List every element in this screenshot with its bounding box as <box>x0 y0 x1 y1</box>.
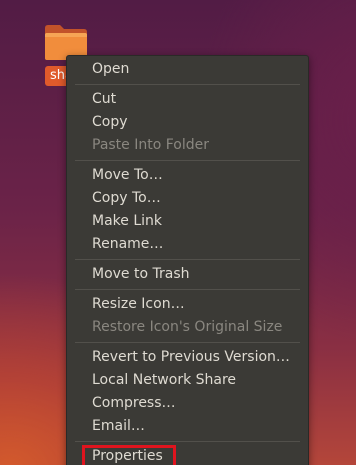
menu-separator <box>75 289 300 290</box>
menu-item-label: Copy To… <box>92 190 161 206</box>
menu-item-open[interactable]: Open <box>67 58 308 81</box>
menu-item-paste-into-folder: Paste Into Folder <box>67 134 308 157</box>
menu-separator <box>75 160 300 161</box>
menu-separator <box>75 259 300 260</box>
menu-item-label: Move to Trash <box>92 266 190 282</box>
menu-item-label: Make Link <box>92 213 162 229</box>
menu-separator <box>75 441 300 442</box>
menu-item-copy[interactable]: Copy <box>67 111 308 134</box>
menu-item-properties[interactable]: Properties <box>67 445 308 465</box>
menu-item-label: Paste Into Folder <box>92 137 210 153</box>
menu-item-label: Cut <box>92 91 117 107</box>
menu-item-copy-to[interactable]: Copy To… <box>67 187 308 210</box>
menu-item-move-to[interactable]: Move To… <box>67 164 308 187</box>
menu-item-cut[interactable]: Cut <box>67 88 308 111</box>
menu-item-email[interactable]: Email… <box>67 415 308 438</box>
menu-item-rename[interactable]: Rename… <box>67 233 308 256</box>
highlight-annotation-box <box>82 445 176 465</box>
menu-item-label: Move To… <box>92 167 163 183</box>
menu-item-local-network-share[interactable]: Local Network Share <box>67 369 308 392</box>
context-menu: Open Cut Copy Paste Into Folder Move To… Copy… <box>66 55 309 465</box>
menu-item-label: Resize Icon… <box>92 296 185 312</box>
menu-item-make-link[interactable]: Make Link <box>67 210 308 233</box>
menu-item-label: Revert to Previous Version… <box>92 349 290 365</box>
menu-item-label: Email… <box>92 418 145 434</box>
menu-separator <box>75 84 300 85</box>
menu-item-compress[interactable]: Compress… <box>67 392 308 415</box>
menu-item-label: Open <box>92 61 130 77</box>
menu-item-label: Restore Icon's Original Size <box>92 319 283 335</box>
menu-item-label: Compress… <box>92 395 176 411</box>
menu-item-revert-to-previous-version[interactable]: Revert to Previous Version… <box>67 346 308 369</box>
menu-item-label: Rename… <box>92 236 164 252</box>
menu-item-restore-icon-s-original-size: Restore Icon's Original Size <box>67 316 308 339</box>
menu-separator <box>75 342 300 343</box>
menu-item-move-to-trash[interactable]: Move to Trash <box>67 263 308 286</box>
menu-item-resize-icon[interactable]: Resize Icon… <box>67 293 308 316</box>
menu-item-label: Copy <box>92 114 128 130</box>
menu-item-label: Local Network Share <box>92 372 237 388</box>
